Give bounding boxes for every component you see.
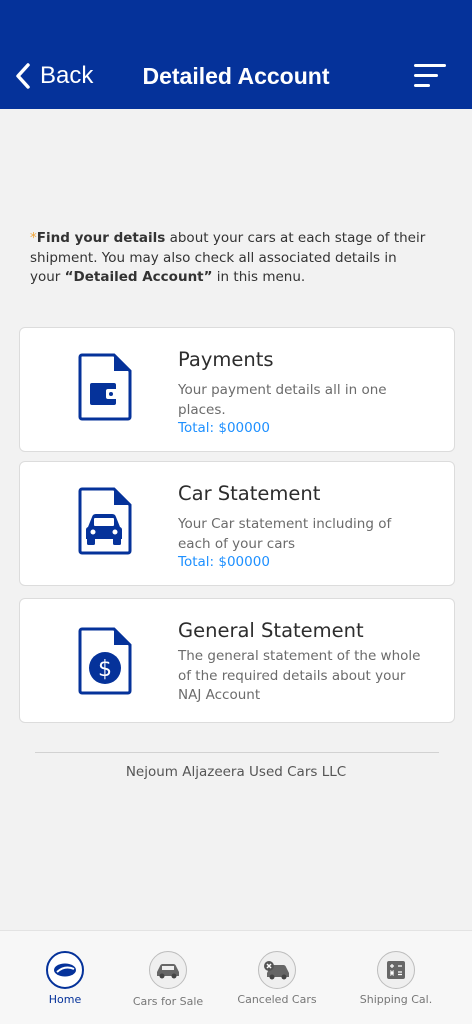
card-total: Total: $00000 — [178, 554, 270, 570]
tab-shipping-calculator[interactable]: Shipping Cal. — [341, 951, 451, 1006]
car-statement-card[interactable]: Car Statement Your Car statement includi… — [19, 461, 455, 586]
bottom-tab-bar: Home Cars for Sale Canceled Cars Shippin… — [0, 930, 472, 1024]
card-description: The general statement of the whole of th… — [178, 648, 421, 703]
intro-tail: in this menu. — [212, 269, 306, 285]
car-document-icon — [78, 487, 132, 555]
calculator-icon — [377, 951, 415, 989]
tab-home[interactable]: Home — [10, 951, 120, 1006]
page-title: Detailed Account — [142, 63, 330, 89]
tab-label: Shipping Cal. — [359, 993, 433, 1006]
divider — [35, 752, 439, 753]
app-header: Back Detailed Account — [0, 0, 472, 109]
card-description: Your Car statement including of each of … — [178, 516, 392, 552]
canceled-car-icon — [258, 951, 296, 989]
svg-text:$: $ — [98, 657, 112, 682]
intro-bold-account: “Detailed Account” — [64, 269, 213, 285]
company-name: Nejoum Aljazeera Used Cars LLC — [125, 764, 347, 780]
card-title: Car Statement — [178, 482, 321, 505]
tab-canceled-cars[interactable]: Canceled Cars — [222, 951, 332, 1006]
card-title: General Statement — [178, 619, 364, 642]
card-total: Total: $00000 — [178, 420, 270, 436]
payments-card[interactable]: Payments Your payment details all in one… — [19, 327, 455, 452]
sort-menu-icon[interactable] — [410, 60, 450, 92]
card-description: Your payment details all in one places. — [178, 382, 387, 418]
general-statement-card[interactable]: $ General Statement The general statemen… — [19, 598, 455, 723]
tab-label: Canceled Cars — [237, 993, 317, 1006]
intro-bold-lead: Find your details — [36, 230, 166, 246]
car-sale-icon — [149, 951, 187, 989]
tab-label: Home — [48, 993, 82, 1006]
tab-label: Cars for Sale — [132, 995, 204, 1008]
intro-text: *Find your details about your cars at ea… — [30, 229, 430, 288]
card-title: Payments — [178, 348, 274, 371]
dollar-document-icon: $ — [78, 627, 132, 695]
tab-cars-for-sale[interactable]: Cars for Sale — [113, 951, 223, 1008]
home-logo-icon — [46, 951, 84, 989]
required-star: * — [30, 230, 37, 246]
wallet-document-icon — [78, 353, 132, 421]
